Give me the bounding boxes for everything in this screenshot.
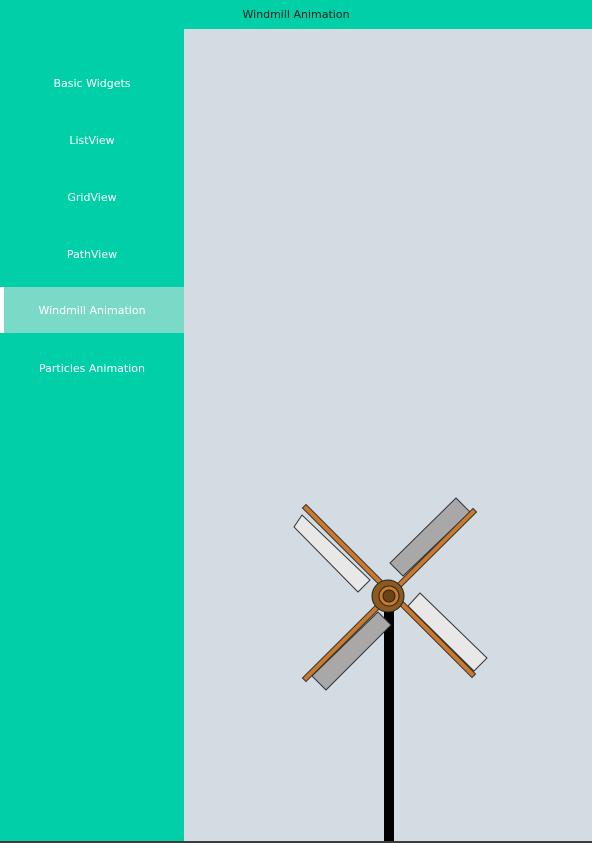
sail-lower-right — [407, 592, 488, 672]
app-window: Windmill Animation Basic Widgets ListVie… — [0, 0, 592, 843]
windmill-hub-center — [382, 589, 396, 603]
windmill-scene — [293, 497, 488, 841]
windmill-pole — [384, 598, 394, 841]
sail-lower-left — [311, 611, 392, 691]
sail-upper-left — [293, 514, 371, 593]
sail-upper-right — [389, 497, 471, 577]
